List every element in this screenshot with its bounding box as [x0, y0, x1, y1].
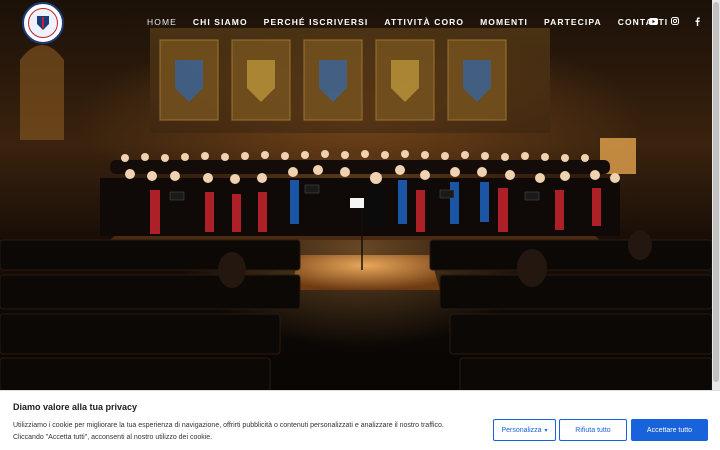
nav-item-chi-siamo[interactable]: CHI SIAMO	[193, 17, 248, 27]
nav-item-partecipa[interactable]: PARTECIPA	[544, 17, 602, 27]
customize-button[interactable]: Personalizza ▾	[493, 419, 556, 441]
nav-item-perche-iscriversi[interactable]: PERCHÉ ISCRIVERSI	[264, 17, 369, 27]
logo-emblem	[28, 8, 58, 38]
customize-label: Personalizza	[501, 426, 542, 434]
cookie-title: Diamo valore alla tua privacy	[13, 402, 138, 412]
nav-item-home[interactable]: HOME	[147, 17, 177, 27]
site-logo[interactable]	[22, 2, 64, 44]
youtube-icon[interactable]	[648, 16, 658, 26]
nav-item-momenti[interactable]: MOMENTI	[480, 17, 528, 27]
cookie-text-line-2: Cliccando "Accetta tutti", acconsenti al…	[13, 434, 213, 441]
nav-item-attivita-coro[interactable]: ATTIVITÀ CORO	[384, 17, 464, 27]
social-links	[648, 16, 702, 26]
cookie-text-line-1: Utilizziamo i cookie per migliorare la t…	[13, 422, 444, 429]
choir-concert-scene	[0, 28, 712, 399]
caret-down-icon: ▾	[544, 427, 548, 434]
hero-image	[0, 0, 712, 450]
accept-all-button[interactable]: Accettare tutto	[631, 419, 708, 441]
emblem-icon	[37, 16, 49, 30]
instagram-icon[interactable]	[670, 16, 680, 26]
cookie-description: Utilizziamo i cookie per migliorare la t…	[13, 420, 483, 444]
main-navigation: HOME CHI SIAMO PERCHÉ ISCRIVERSI ATTIVIT…	[147, 17, 668, 27]
facebook-icon[interactable]	[692, 16, 702, 26]
reject-all-button[interactable]: Rifiuta tutto	[559, 419, 627, 441]
scrollbar-thumb[interactable]	[713, 2, 719, 382]
